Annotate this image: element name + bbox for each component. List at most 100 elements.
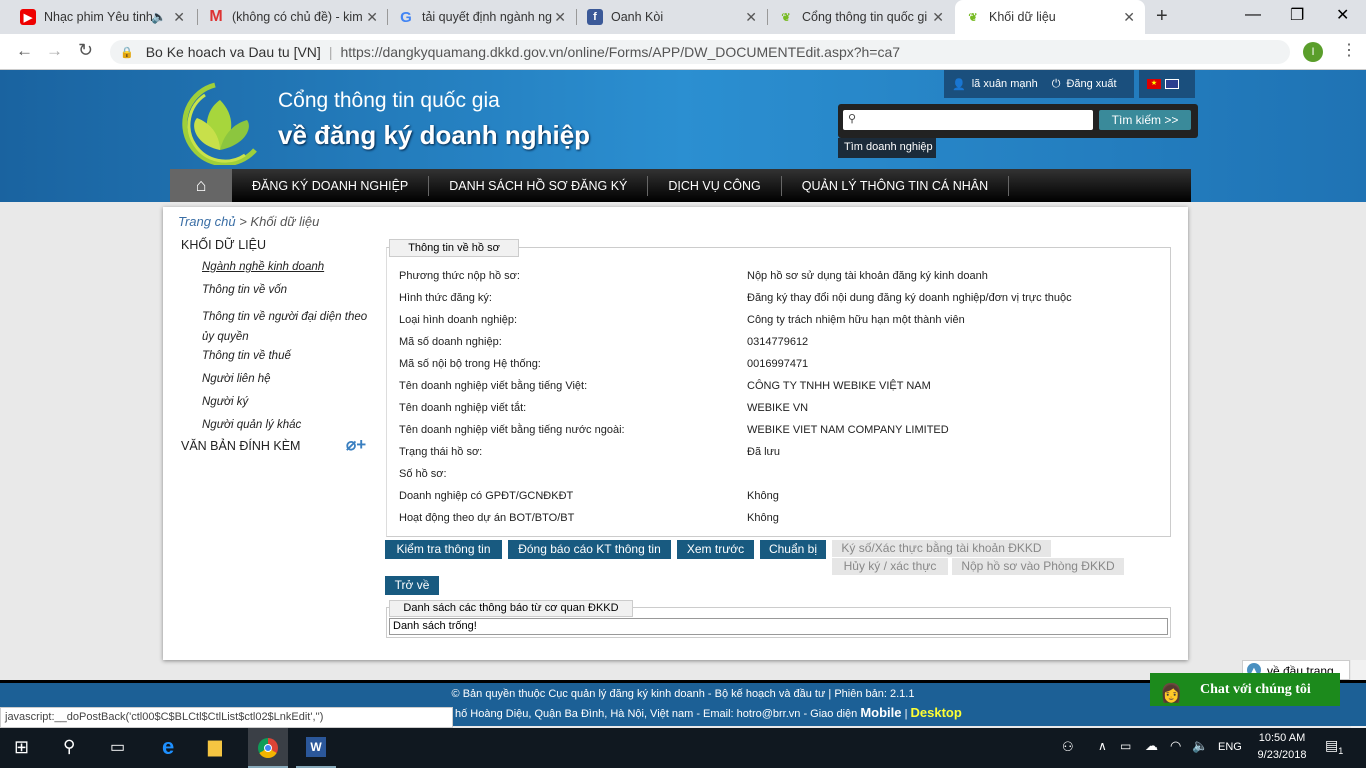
tab-portal[interactable]: ❦ Cổng thông tin quốc gi ✕ <box>768 0 954 34</box>
field-label: Loại hình doanh nghiệp: <box>399 314 518 326</box>
sidebar-item-von[interactable]: Thông tin về vốn <box>202 284 287 296</box>
sidebar-item-nguoi-lien-he[interactable]: Người liên hệ <box>202 373 271 385</box>
close-icon[interactable]: ✕ <box>1123 9 1135 26</box>
lock-icon: 🔒 <box>120 46 134 59</box>
field-label: Tên doanh nghiệp viết bằng tiếng nước ng… <box>399 424 625 436</box>
mobile-link[interactable]: Mobile <box>860 705 901 720</box>
field-value: CÔNG TY TNHH WEBIKE VIỆT NAM <box>747 380 931 392</box>
tab-facebook[interactable]: f Oanh Kòi ✕ <box>577 0 767 34</box>
tab-youtube[interactable]: ▶ Nhạc phim Yêu tinh 🔈 ✕ <box>10 0 195 34</box>
sidebar-item-nguoi-quan-ly[interactable]: Người quản lý khác <box>202 419 301 431</box>
search-button[interactable]: Tìm kiếm >> <box>1099 110 1191 130</box>
tab-strip: ▶ Nhạc phim Yêu tinh 🔈 ✕ M (không có chủ đề)… <box>0 0 1366 34</box>
field-label: Tên doanh nghiệp viết bằng tiếng Việt: <box>399 380 588 392</box>
info-legend: Thông tin về hồ sơ <box>389 239 519 257</box>
volume-icon[interactable]: 🔈 <box>1192 738 1208 754</box>
field-label: Doanh nghiệp có GPĐT/GCNĐKĐT <box>399 490 574 502</box>
submit-button[interactable]: Nộp hồ sơ vào Phòng ĐKKD <box>952 558 1124 575</box>
close-icon[interactable]: ✕ <box>173 9 185 26</box>
close-icon[interactable]: ✕ <box>745 9 757 26</box>
field-value: WEBIKE VN <box>747 402 809 414</box>
avatar[interactable]: I <box>1303 42 1323 62</box>
facebook-icon: f <box>587 9 603 25</box>
close-icon[interactable]: ✕ <box>366 9 378 26</box>
prepare-button[interactable]: Chuẩn bị <box>760 540 826 559</box>
tab-khoi-du-lieu[interactable]: ❦ Khối dữ liệu ✕ <box>955 0 1145 34</box>
desktop-link[interactable]: Desktop <box>911 705 962 720</box>
reload-icon[interactable]: ↻ <box>78 40 93 61</box>
cloud-icon[interactable]: ☁ <box>1145 738 1158 754</box>
task-view-icon[interactable]: ▭ <box>110 737 125 757</box>
close-icon[interactable]: ✕ <box>554 9 566 26</box>
people-icon[interactable]: ⚇ <box>1062 739 1074 755</box>
file-explorer-icon[interactable]: ▆ <box>208 736 222 757</box>
logout-link[interactable]: Đăng xuất <box>1066 78 1116 90</box>
close-icon[interactable]: ✕ <box>932 9 944 26</box>
nav-danh-sach[interactable]: DANH SÁCH HỒ SƠ ĐĂNG KÝ <box>429 175 649 196</box>
field-label: Hoạt động theo dự án BOT/BTO/BT <box>399 512 575 524</box>
field-label: Tên doanh nghiệp viết tắt: <box>399 402 527 414</box>
breadcrumb: Trang chủ > Khối dữ liệu <box>178 214 320 229</box>
support-agent-icon: 👩 <box>1160 683 1183 703</box>
check-info-button[interactable]: Kiểm tra thông tin <box>385 540 502 559</box>
preview-button[interactable]: Xem trước <box>677 540 754 559</box>
search-hint[interactable]: Tìm doanh nghiệp <box>838 138 936 158</box>
vietnam-flag-icon[interactable]: ★ <box>1147 79 1161 89</box>
search-icon: ⚲ <box>848 113 857 125</box>
sidebar-item-thue[interactable]: Thông tin về thuế <box>202 350 291 362</box>
gmail-icon: M <box>209 8 223 25</box>
back-button[interactable]: Trở về <box>385 576 439 595</box>
notification-icon[interactable]: ▤1 <box>1325 737 1343 756</box>
field-value: Không <box>747 490 779 502</box>
uk-flag-icon[interactable] <box>1165 79 1179 89</box>
youtube-icon: ▶ <box>20 9 36 25</box>
url-input[interactable]: 🔒 Bo Ke hoach va Dau tu [VN] | https://d… <box>110 40 1290 64</box>
close-window-button[interactable]: ✕ <box>1336 5 1349 25</box>
menu-icon[interactable]: ⋮ <box>1341 40 1357 60</box>
user-icon: 👤 <box>952 78 966 91</box>
wifi-icon[interactable]: ◠ <box>1170 738 1181 754</box>
field-value: 0016997471 <box>747 358 809 370</box>
breadcrumb-home[interactable]: Trang chủ <box>178 214 236 229</box>
sidebar-item-nguoi-ky[interactable]: Người ký <box>202 396 248 408</box>
clock-time[interactable]: 10:50 AM <box>1252 732 1312 744</box>
site-logo[interactable] <box>175 80 265 167</box>
field-value: Nộp hồ sơ sử dụng tài khoản đăng ký kinh… <box>747 270 988 282</box>
tab-gmail[interactable]: M (không có chủ đề) - kim ✕ <box>198 0 388 34</box>
tab-google[interactable]: Gtải quyết định ngành ng ✕ <box>388 0 576 34</box>
battery-icon[interactable]: ▭ <box>1120 739 1131 753</box>
close-report-button[interactable]: Đóng báo cáo KT thông tin <box>508 540 671 559</box>
sidebar-item-nguoi-dai-dien[interactable]: Thông tin về người đại diện theo ủy quyề… <box>202 307 377 347</box>
chevron-up-icon[interactable]: ∧ <box>1098 739 1107 753</box>
attachments-heading: VĂN BẢN ĐÍNH KÈM <box>181 439 301 453</box>
sign-button[interactable]: Ký số/Xác thực bằng tài khoản ĐKKD <box>832 540 1051 557</box>
field-value: Đăng ký thay đổi nội dung đăng ký doanh … <box>747 292 1072 304</box>
main-nav: ⌂ ĐĂNG KÝ DOANH NGHIỆP DANH SÁCH HỒ SƠ Đ… <box>170 169 1191 202</box>
nav-dang-ky[interactable]: ĐĂNG KÝ DOANH NGHIỆP <box>232 175 430 196</box>
attach-add-icon[interactable]: ⌀+ <box>346 435 366 455</box>
search-input[interactable]: ⚲ <box>843 110 1093 130</box>
chrome-icon[interactable] <box>248 728 288 768</box>
field-label: Hình thức đăng ký: <box>399 292 492 304</box>
edge-icon[interactable]: e <box>162 734 174 760</box>
nav-quan-ly[interactable]: QUẢN LÝ THÔNG TIN CÁ NHÂN <box>782 175 1010 196</box>
site-title-line2: về đăng ký doanh nghiệp <box>278 120 591 150</box>
chat-button[interactable]: 👩 Chat với chúng tôi <box>1150 673 1340 706</box>
windows-start-icon[interactable]: ⊞ <box>14 737 29 758</box>
search-icon[interactable]: ⚲ <box>63 737 75 757</box>
back-icon[interactable]: ← <box>16 41 33 61</box>
sidebar-item-nganh-nghe[interactable]: Ngành nghề kinh doanh <box>202 261 324 273</box>
maximize-button[interactable]: ❐ <box>1290 5 1304 25</box>
forward-icon[interactable]: → <box>46 41 63 61</box>
minimize-button[interactable]: — <box>1245 6 1261 24</box>
user-name-link[interactable]: lã xuân mạnh <box>972 78 1038 90</box>
word-icon[interactable]: W <box>296 728 336 768</box>
clock-date[interactable]: 9/23/2018 <box>1252 749 1312 761</box>
cancel-sign-button[interactable]: Hủy ký / xác thực <box>832 558 948 575</box>
field-value: Đã lưu <box>747 446 781 458</box>
new-tab-button[interactable]: + <box>1156 5 1168 28</box>
nav-dich-vu[interactable]: DỊCH VỤ CÔNG <box>648 175 782 196</box>
language-indicator[interactable]: ENG <box>1218 741 1242 753</box>
home-button[interactable]: ⌂ <box>170 169 232 202</box>
field-label: Mã số doanh nghiệp: <box>399 336 502 348</box>
